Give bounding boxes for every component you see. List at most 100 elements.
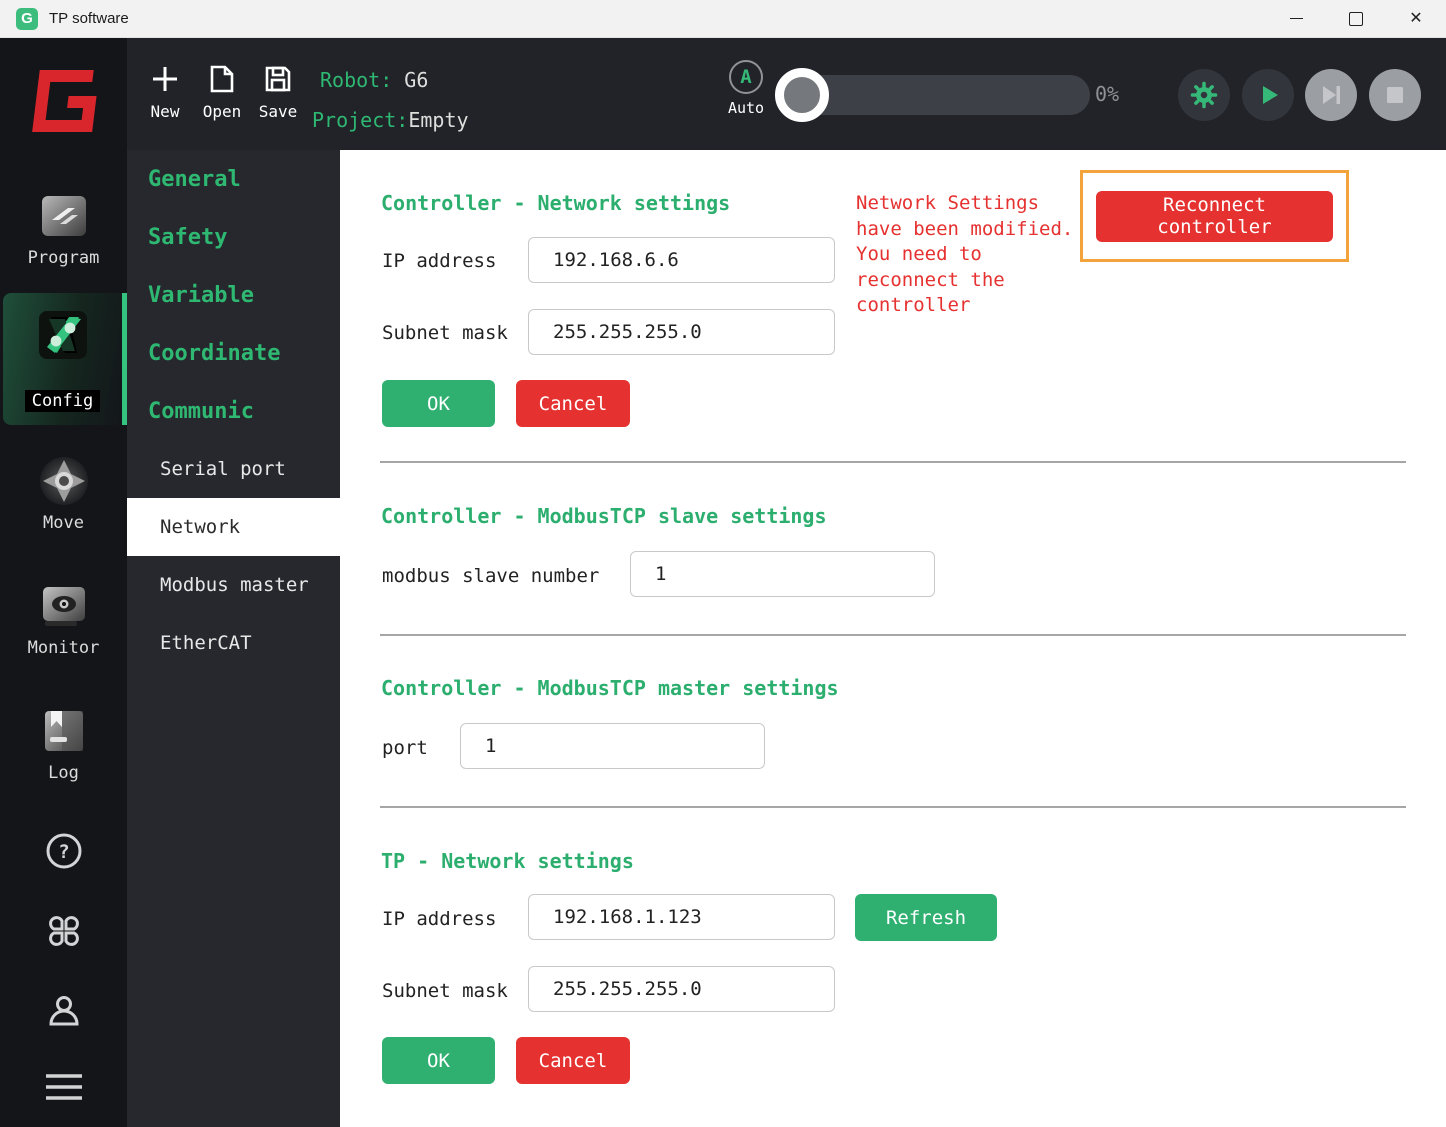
settings-button[interactable] <box>1178 69 1230 121</box>
submenu-item-variable[interactable]: Variable <box>127 266 340 324</box>
controller-ip-input[interactable] <box>528 237 835 283</box>
submenu-item-ethercat[interactable]: EtherCAT <box>127 614 340 672</box>
close-icon: ✕ <box>1409 11 1422 27</box>
stop-icon <box>1382 82 1408 108</box>
speed-percentage: 0% <box>1095 82 1119 106</box>
config-icon <box>35 307 91 363</box>
tp-subnet-label: Subnet mask <box>382 980 508 1002</box>
modbus-slave-number-input[interactable] <box>630 551 935 597</box>
sidebar-item-label: Monitor <box>0 638 127 658</box>
maximize-button[interactable] <box>1326 0 1386 38</box>
play-button[interactable] <box>1242 69 1294 121</box>
close-button[interactable]: ✕ <box>1386 0 1446 38</box>
minimize-button[interactable] <box>1266 0 1326 38</box>
controller-ip-label: IP address <box>382 250 496 272</box>
tp-ip-input[interactable] <box>528 894 835 940</box>
sidebar-item-program[interactable]: Program <box>0 190 127 268</box>
monitor-icon <box>38 580 90 632</box>
submenu-item-network[interactable]: Network <box>127 498 340 556</box>
speed-slider-handle[interactable] <box>775 68 829 122</box>
hamburger-menu-icon <box>42 1070 86 1104</box>
submenu-item-coordinate[interactable]: Coordinate <box>127 324 340 382</box>
tp-ip-label: IP address <box>382 908 496 930</box>
apps-button[interactable] <box>0 912 127 950</box>
controller-network-ok-button[interactable]: OK <box>382 380 495 427</box>
new-label: New <box>151 102 180 121</box>
robot-value: G6 <box>404 68 428 92</box>
program-icon <box>38 190 90 242</box>
save-label: Save <box>259 102 298 121</box>
sidebar-item-label: Config <box>25 390 100 412</box>
open-file-icon <box>207 64 237 94</box>
new-button[interactable]: New <box>135 64 195 121</box>
submenu-item-modbus-master[interactable]: Modbus master <box>127 556 340 614</box>
svg-text:?: ? <box>58 841 69 863</box>
open-button[interactable]: Open <box>192 64 252 121</box>
modbus-master-port-label: port <box>382 737 428 759</box>
config-submenu: General Safety Variable Coordinate Commu… <box>127 150 340 1127</box>
sidebar-item-move[interactable]: Move <box>0 455 127 533</box>
controller-network-cancel-button[interactable]: Cancel <box>516 380 630 427</box>
sidebar-item-config[interactable]: Config <box>3 293 127 425</box>
save-icon <box>263 64 293 94</box>
project-value: Empty <box>408 108 468 132</box>
submenu-item-general[interactable]: General <box>127 150 340 208</box>
divider <box>380 634 1406 636</box>
submenu-item-safety[interactable]: Safety <box>127 208 340 266</box>
project-status: Project:Empty <box>312 108 469 132</box>
mode-indicator[interactable]: A Auto <box>727 60 765 117</box>
network-settings-page: Controller - Network settings Network Se… <box>340 150 1446 1127</box>
divider <box>380 461 1406 463</box>
skip-to-end-icon <box>1318 82 1344 108</box>
divider <box>380 806 1406 808</box>
help-button[interactable]: ? <box>0 832 127 870</box>
window-controls: ✕ <box>1266 0 1446 38</box>
project-label: Project: <box>312 108 408 132</box>
modbus-slave-number-label: modbus slave number <box>382 565 599 587</box>
tp-refresh-button[interactable]: Refresh <box>855 894 997 941</box>
app-logo-icon: G <box>16 8 38 30</box>
gear-icon <box>1189 80 1219 110</box>
speed-slider-track[interactable] <box>790 75 1090 115</box>
modbus-slave-title: Controller - ModbusTCP slave settings <box>381 504 827 528</box>
sidebar-item-label: Program <box>0 248 127 268</box>
reconnect-warning-text: Network Settings have been modified. You… <box>856 191 1080 319</box>
sidebar-item-label: Move <box>0 513 127 533</box>
open-label: Open <box>203 102 242 121</box>
tp-subnet-input[interactable] <box>528 966 835 1012</box>
auto-mode-label: Auto <box>727 99 765 117</box>
sidebar-item-label: Log <box>0 763 127 783</box>
menu-button[interactable] <box>0 1070 127 1104</box>
modbus-master-port-input[interactable] <box>460 723 765 769</box>
reconnect-highlight-box: Reconnect controller <box>1080 170 1349 262</box>
log-icon <box>38 705 90 757</box>
reconnect-controller-button[interactable]: Reconnect controller <box>1096 191 1333 242</box>
title-bar: G TP software ✕ <box>0 0 1446 38</box>
play-icon <box>1255 82 1281 108</box>
user-icon <box>45 992 83 1030</box>
controller-network-title: Controller - Network settings <box>381 191 730 215</box>
brand-logo-icon <box>28 68 100 134</box>
robot-label: Robot: <box>320 68 392 92</box>
new-icon <box>150 64 180 94</box>
tp-network-cancel-button[interactable]: Cancel <box>516 1037 630 1084</box>
top-toolbar: New Open Save Robot: G6 Project:Empty A … <box>127 38 1446 150</box>
stop-button[interactable] <box>1369 69 1421 121</box>
tp-network-title: TP - Network settings <box>381 849 634 873</box>
controller-subnet-input[interactable] <box>528 309 835 355</box>
sidebar-item-monitor[interactable]: Monitor <box>0 580 127 658</box>
robot-status: Robot: G6 <box>320 68 428 92</box>
submenu-item-communic[interactable]: Communic <box>127 382 340 440</box>
user-button[interactable] <box>0 992 127 1030</box>
tp-network-ok-button[interactable]: OK <box>382 1037 495 1084</box>
modbus-master-title: Controller - ModbusTCP master settings <box>381 676 839 700</box>
auto-mode-icon: A <box>729 60 763 94</box>
left-sidebar: Program Config Move <box>0 38 127 1127</box>
submenu-item-serial-port[interactable]: Serial port <box>127 440 340 498</box>
step-button[interactable] <box>1305 69 1357 121</box>
save-button[interactable]: Save <box>248 64 308 121</box>
sidebar-item-log[interactable]: Log <box>0 705 127 783</box>
help-icon: ? <box>45 832 83 870</box>
apps-icon <box>45 912 83 950</box>
minimize-icon <box>1290 18 1303 19</box>
